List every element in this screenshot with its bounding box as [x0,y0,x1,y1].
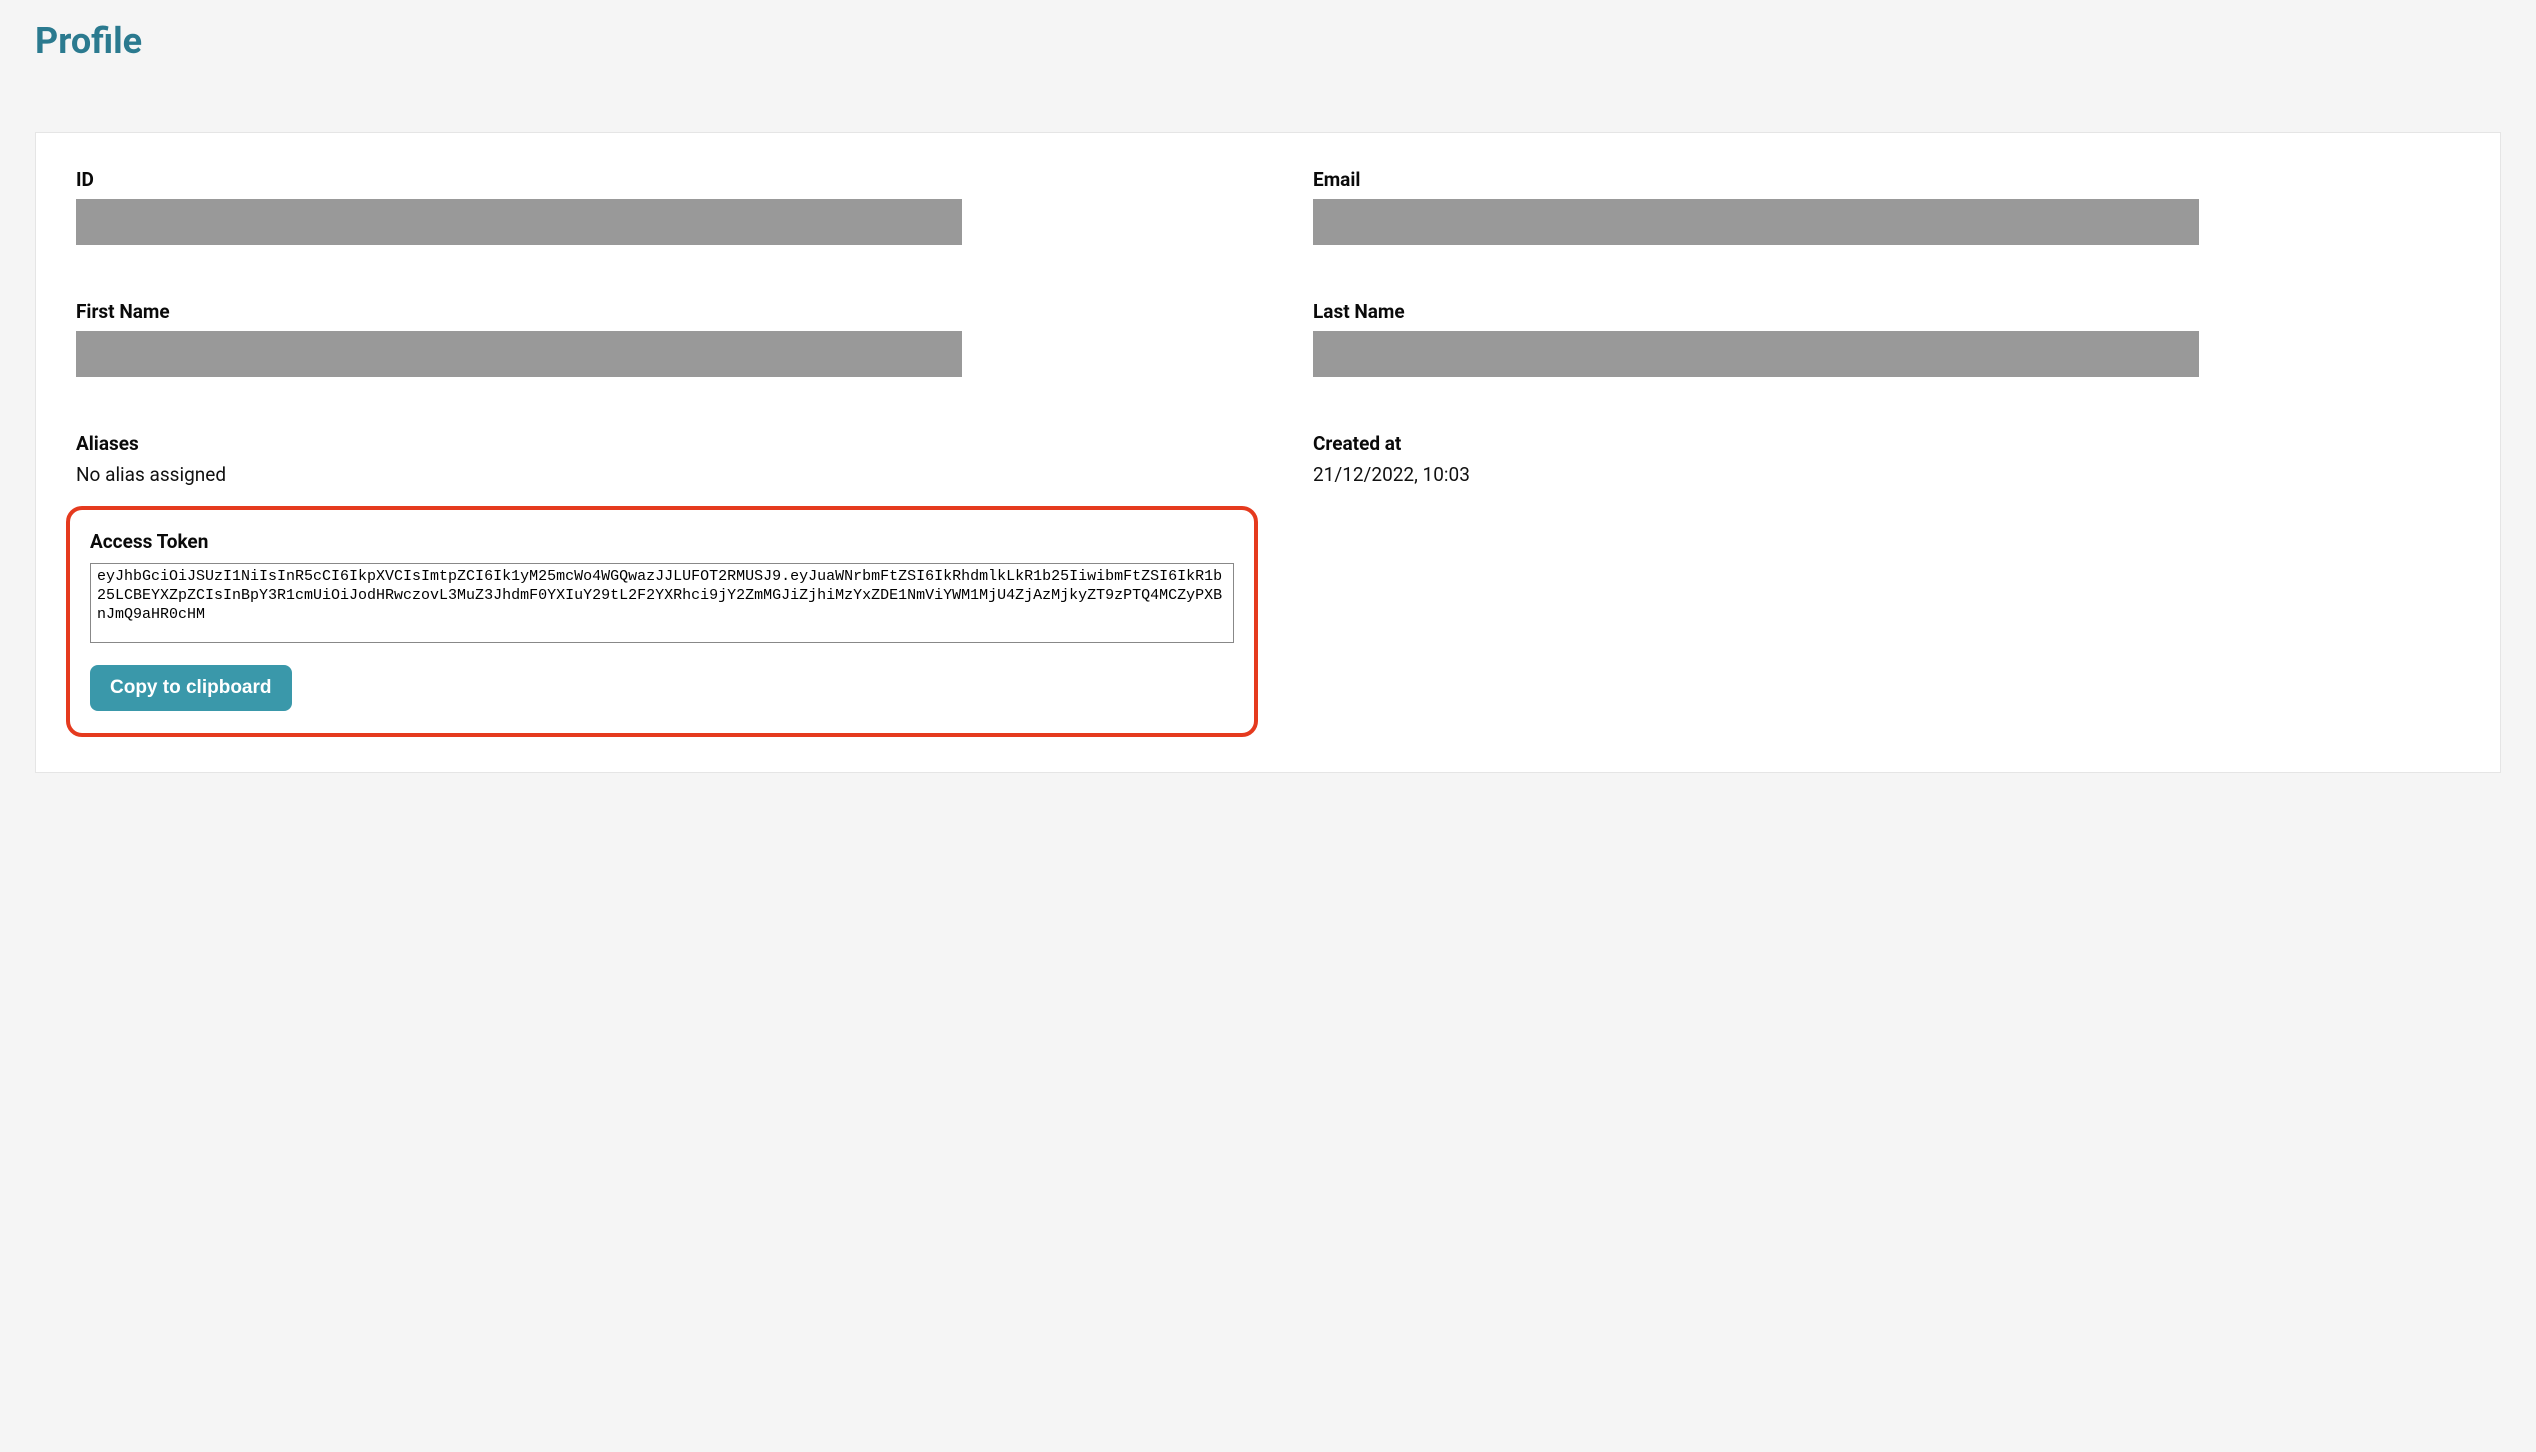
created-at-value: 21/12/2022, 10:03 [1313,463,2420,486]
field-first-name: First Name [76,300,1243,377]
id-label: ID [76,168,1183,191]
created-at-label: Created at [1313,432,2420,455]
email-label: Email [1313,168,2420,191]
field-last-name: Last Name [1243,300,2460,377]
access-token-label: Access Token [90,530,1234,553]
email-value [1313,199,2199,245]
access-token-section: Access Token Copy to clipboard [66,506,1258,737]
field-aliases: Aliases No alias assigned [76,432,1243,486]
aliases-label: Aliases [76,432,1183,455]
field-email: Email [1243,168,2460,245]
profile-card: ID Email First Name Last Name Aliases No… [35,132,2501,773]
field-id: ID [76,168,1243,245]
aliases-value: No alias assigned [76,463,1183,486]
first-name-label: First Name [76,300,1183,323]
field-created-at: Created at 21/12/2022, 10:03 [1243,432,2460,486]
first-name-value [76,331,962,377]
page-title: Profile [35,20,2501,62]
id-value [76,199,962,245]
last-name-label: Last Name [1313,300,2420,323]
last-name-value [1313,331,2199,377]
access-token-textarea[interactable] [90,563,1234,643]
copy-to-clipboard-button[interactable]: Copy to clipboard [90,665,292,711]
